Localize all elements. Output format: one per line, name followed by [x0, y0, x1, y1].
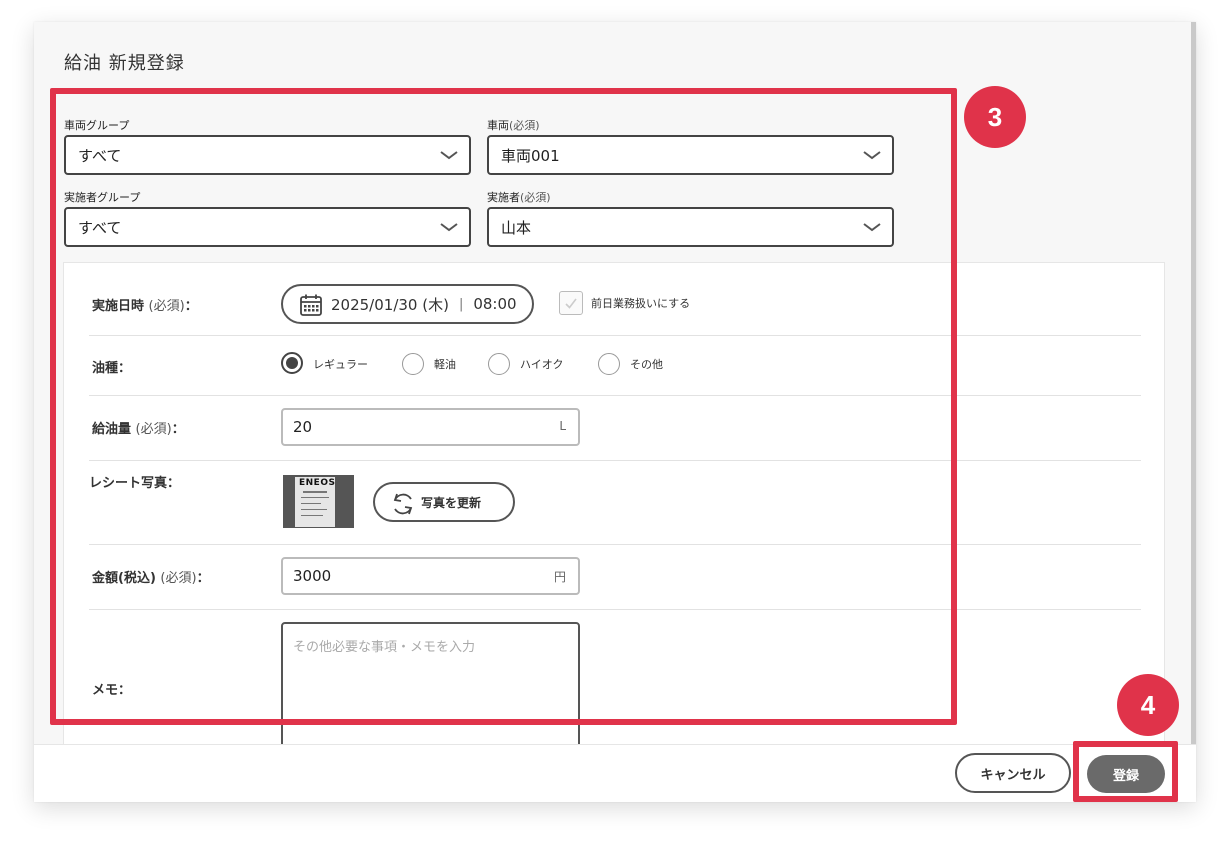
annotation-badge-4: 4 — [1117, 674, 1179, 736]
annotation-badge-3: 3 — [964, 86, 1026, 148]
modal-scrollbar[interactable] — [1191, 22, 1196, 744]
modal-footer: キャンセル 登録 — [34, 744, 1196, 802]
annotation-highlight-form — [50, 88, 957, 725]
annotation-highlight-submit — [1073, 741, 1178, 802]
cancel-button[interactable]: キャンセル — [955, 753, 1071, 793]
modal-title: 給油 新規登録 — [64, 53, 185, 74]
